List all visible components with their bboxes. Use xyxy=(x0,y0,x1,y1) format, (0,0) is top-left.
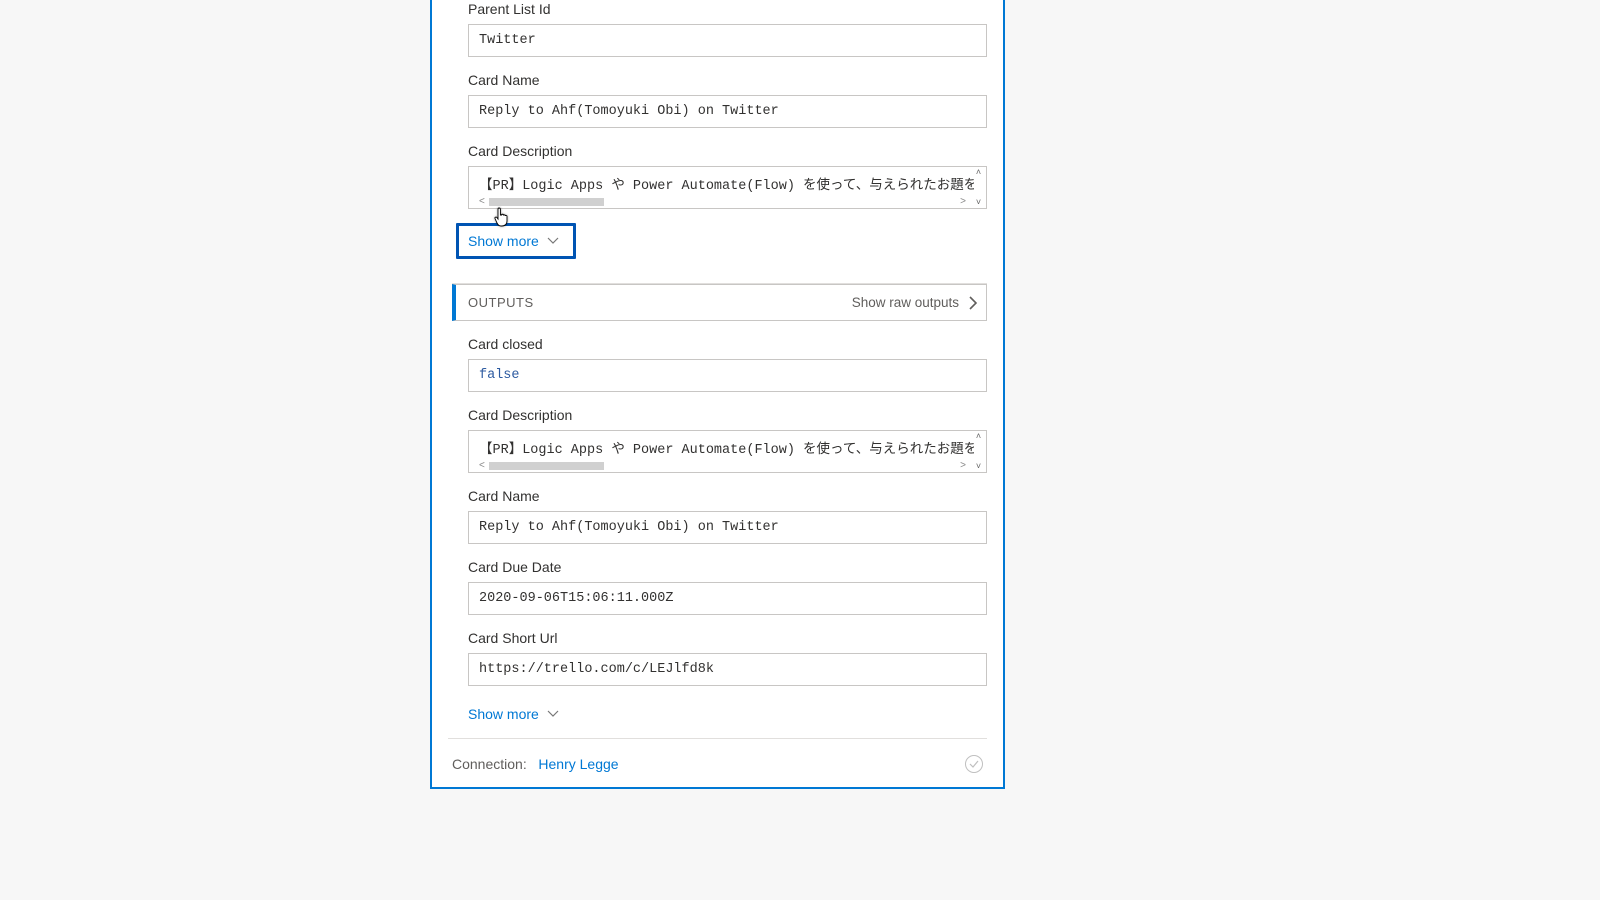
label-card-due-date: Card Due Date xyxy=(468,558,987,576)
show-more-outputs-button[interactable]: Show more xyxy=(458,700,569,728)
value-box-card-description-input[interactable]: 【PR】Logic Apps や Power Automate(Flow) を使… xyxy=(468,166,987,209)
value-card-due-date: 2020-09-06T15:06:11.000Z xyxy=(479,591,976,606)
label-card-description-input: Card Description xyxy=(468,142,987,160)
field-card-description-output: Card Description 【PR】Logic Apps や Power … xyxy=(468,406,987,473)
scroll-down-icon: ˅ xyxy=(976,462,981,471)
field-card-short-url: Card Short Url https://trello.com/c/LEJl… xyxy=(468,629,987,686)
field-card-closed: Card closed false xyxy=(468,335,987,392)
scroll-up-icon: ˄ xyxy=(976,432,981,441)
value-card-name-input: Reply to Ahf(Tomoyuki Obi) on Twitter xyxy=(479,104,976,119)
chevron-down-icon xyxy=(547,237,559,245)
show-raw-outputs-link[interactable]: Show raw outputs xyxy=(852,295,978,310)
outputs-fields: Card closed false Card Description 【PR】L… xyxy=(452,335,987,738)
value-box-card-closed[interactable]: false xyxy=(468,359,987,392)
value-box-parent-list-id[interactable]: Twitter xyxy=(468,24,987,57)
scroll-right-icon: > xyxy=(960,197,966,207)
scroll-up-icon: ˄ xyxy=(976,168,981,177)
label-card-short-url: Card Short Url xyxy=(468,629,987,647)
status-ok-icon xyxy=(965,755,983,773)
outputs-header: OUTPUTS Show raw outputs xyxy=(452,284,987,321)
label-card-closed: Card closed xyxy=(468,335,987,353)
label-card-name-output: Card Name xyxy=(468,487,987,505)
action-run-details-panel: Parent List Id Twitter Card Name Reply t… xyxy=(430,0,1005,789)
value-box-card-short-url[interactable]: https://trello.com/c/LEJlfd8k xyxy=(468,653,987,686)
value-box-card-description-output[interactable]: 【PR】Logic Apps や Power Automate(Flow) を使… xyxy=(468,430,987,473)
field-card-name-input: Card Name Reply to Ahf(Tomoyuki Obi) on … xyxy=(468,71,987,128)
vertical-scrollbar[interactable]: ˄ ˅ xyxy=(972,432,985,471)
connection-info: Connection: Henry Legge xyxy=(452,756,619,772)
field-parent-list-id: Parent List Id Twitter xyxy=(468,0,987,57)
value-card-name-output: Reply to Ahf(Tomoyuki Obi) on Twitter xyxy=(479,520,976,535)
inputs-section: Parent List Id Twitter Card Name Reply t… xyxy=(432,0,1003,271)
scroll-left-icon: < xyxy=(479,197,485,207)
value-card-description-output: 【PR】Logic Apps や Power Automate(Flow) を使… xyxy=(479,437,974,458)
label-card-description-output: Card Description xyxy=(468,406,987,424)
value-box-card-name-output[interactable]: Reply to Ahf(Tomoyuki Obi) on Twitter xyxy=(468,511,987,544)
scroll-right-icon: > xyxy=(960,461,966,471)
field-card-name-output: Card Name Reply to Ahf(Tomoyuki Obi) on … xyxy=(468,487,987,544)
label-card-name-input: Card Name xyxy=(468,71,987,89)
value-card-description-input: 【PR】Logic Apps や Power Automate(Flow) を使… xyxy=(479,173,974,194)
value-box-card-name-input[interactable]: Reply to Ahf(Tomoyuki Obi) on Twitter xyxy=(468,95,987,128)
field-card-due-date: Card Due Date 2020-09-06T15:06:11.000Z xyxy=(468,558,987,615)
connection-label: Connection: xyxy=(452,756,527,772)
chevron-right-icon xyxy=(969,296,978,310)
show-more-inputs-button[interactable]: Show more xyxy=(456,223,576,259)
connection-name-link[interactable]: Henry Legge xyxy=(538,756,618,772)
value-box-card-due-date[interactable]: 2020-09-06T15:06:11.000Z xyxy=(468,582,987,615)
value-card-short-url: https://trello.com/c/LEJlfd8k xyxy=(479,662,976,677)
show-raw-outputs-label: Show raw outputs xyxy=(852,295,959,310)
chevron-down-icon xyxy=(547,710,559,718)
vertical-scrollbar[interactable]: ˄ ˅ xyxy=(972,168,985,207)
horizontal-scrollbar[interactable] xyxy=(489,198,604,206)
scroll-left-icon: < xyxy=(479,461,485,471)
outputs-title: OUTPUTS xyxy=(468,295,534,310)
show-more-inputs-label: Show more xyxy=(468,233,539,249)
scroll-down-icon: ˅ xyxy=(976,198,981,207)
connection-footer: Connection: Henry Legge xyxy=(448,738,987,787)
outputs-section: OUTPUTS Show raw outputs Card closed fal… xyxy=(452,283,987,738)
label-parent-list-id: Parent List Id xyxy=(468,0,987,18)
horizontal-scrollbar[interactable] xyxy=(489,462,604,470)
field-card-description-input: Card Description 【PR】Logic Apps や Power … xyxy=(468,142,987,209)
value-parent-list-id: Twitter xyxy=(479,33,976,48)
value-card-closed: false xyxy=(479,368,976,383)
show-more-outputs-label: Show more xyxy=(468,706,539,722)
